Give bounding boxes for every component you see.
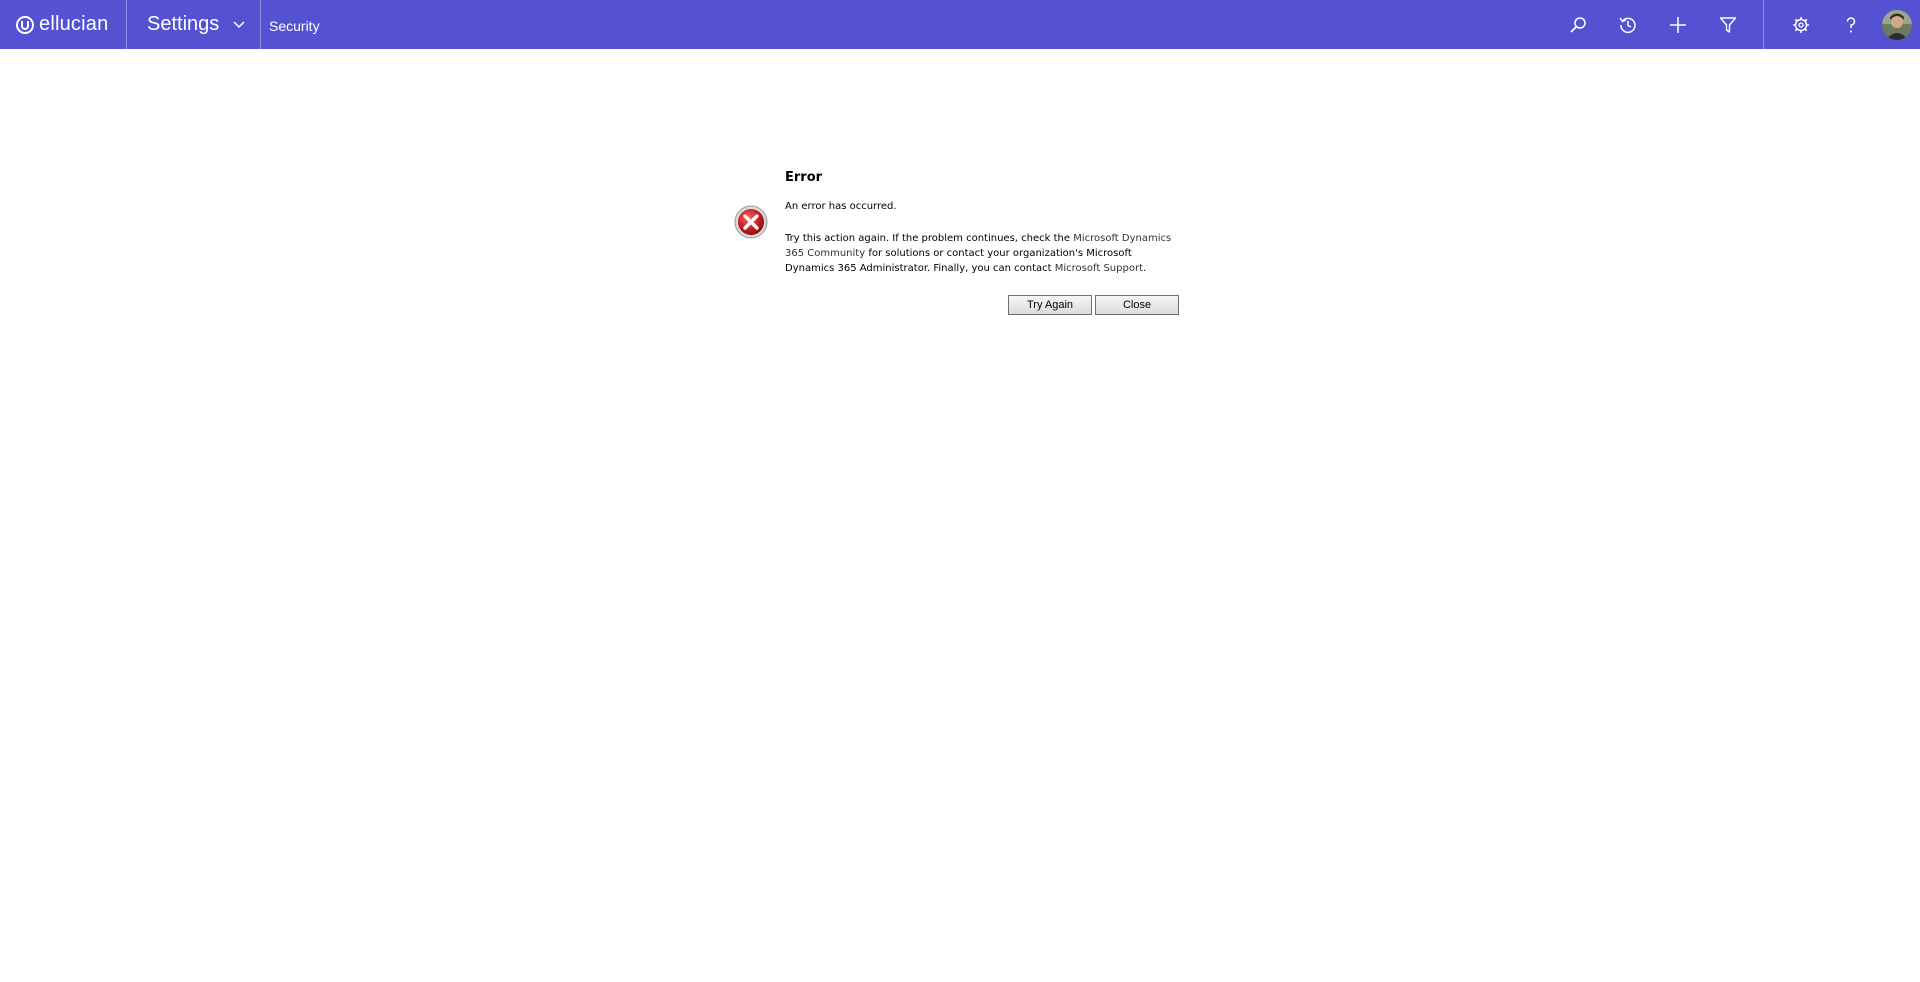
breadcrumb-security[interactable]: Security (261, 18, 320, 34)
create-record-button[interactable] (1653, 0, 1703, 49)
history-icon (1619, 17, 1636, 33)
detail-text-3: . (1142, 263, 1147, 274)
error-message: An error has occurred. (785, 201, 897, 212)
advanced-find-button[interactable] (1703, 0, 1753, 49)
brand-home-link[interactable]: ellucian (0, 0, 127, 49)
filter-icon (1719, 16, 1737, 33)
search-button[interactable] (1553, 0, 1603, 49)
top-navigation-bar: ellucian Settings Security (0, 0, 1920, 49)
user-avatar[interactable] (1882, 9, 1912, 40)
error-detail: Try this action again. If the problem co… (785, 231, 1175, 276)
settings-button[interactable] (1776, 0, 1826, 49)
recent-records-button[interactable] (1603, 0, 1653, 49)
error-dialog: Error An error has occurred. Try this ac… (734, 168, 1180, 320)
search-icon (1570, 16, 1586, 33)
settings-icon (1793, 16, 1809, 33)
error-title: Error (785, 170, 823, 185)
nav-divider (1763, 0, 1764, 49)
help-button[interactable] (1826, 0, 1876, 49)
ellucian-logo-icon (16, 15, 34, 34)
add-icon (1670, 16, 1686, 33)
error-icon (734, 205, 768, 239)
nav-actions (1553, 0, 1920, 49)
microsoft-support-link[interactable]: Microsoft Support (1055, 263, 1143, 274)
detail-text-1: Try this action again. If the problem co… (785, 233, 1074, 244)
help-icon (1846, 16, 1856, 32)
close-button[interactable]: Close (1095, 295, 1179, 315)
area-switcher[interactable]: Settings (127, 0, 261, 49)
avatar-image (1882, 9, 1912, 40)
brand-name: ellucian (39, 13, 109, 35)
try-again-button[interactable]: Try Again (1008, 295, 1092, 315)
chevron-down-icon (233, 20, 245, 28)
area-label: Settings (147, 13, 220, 35)
